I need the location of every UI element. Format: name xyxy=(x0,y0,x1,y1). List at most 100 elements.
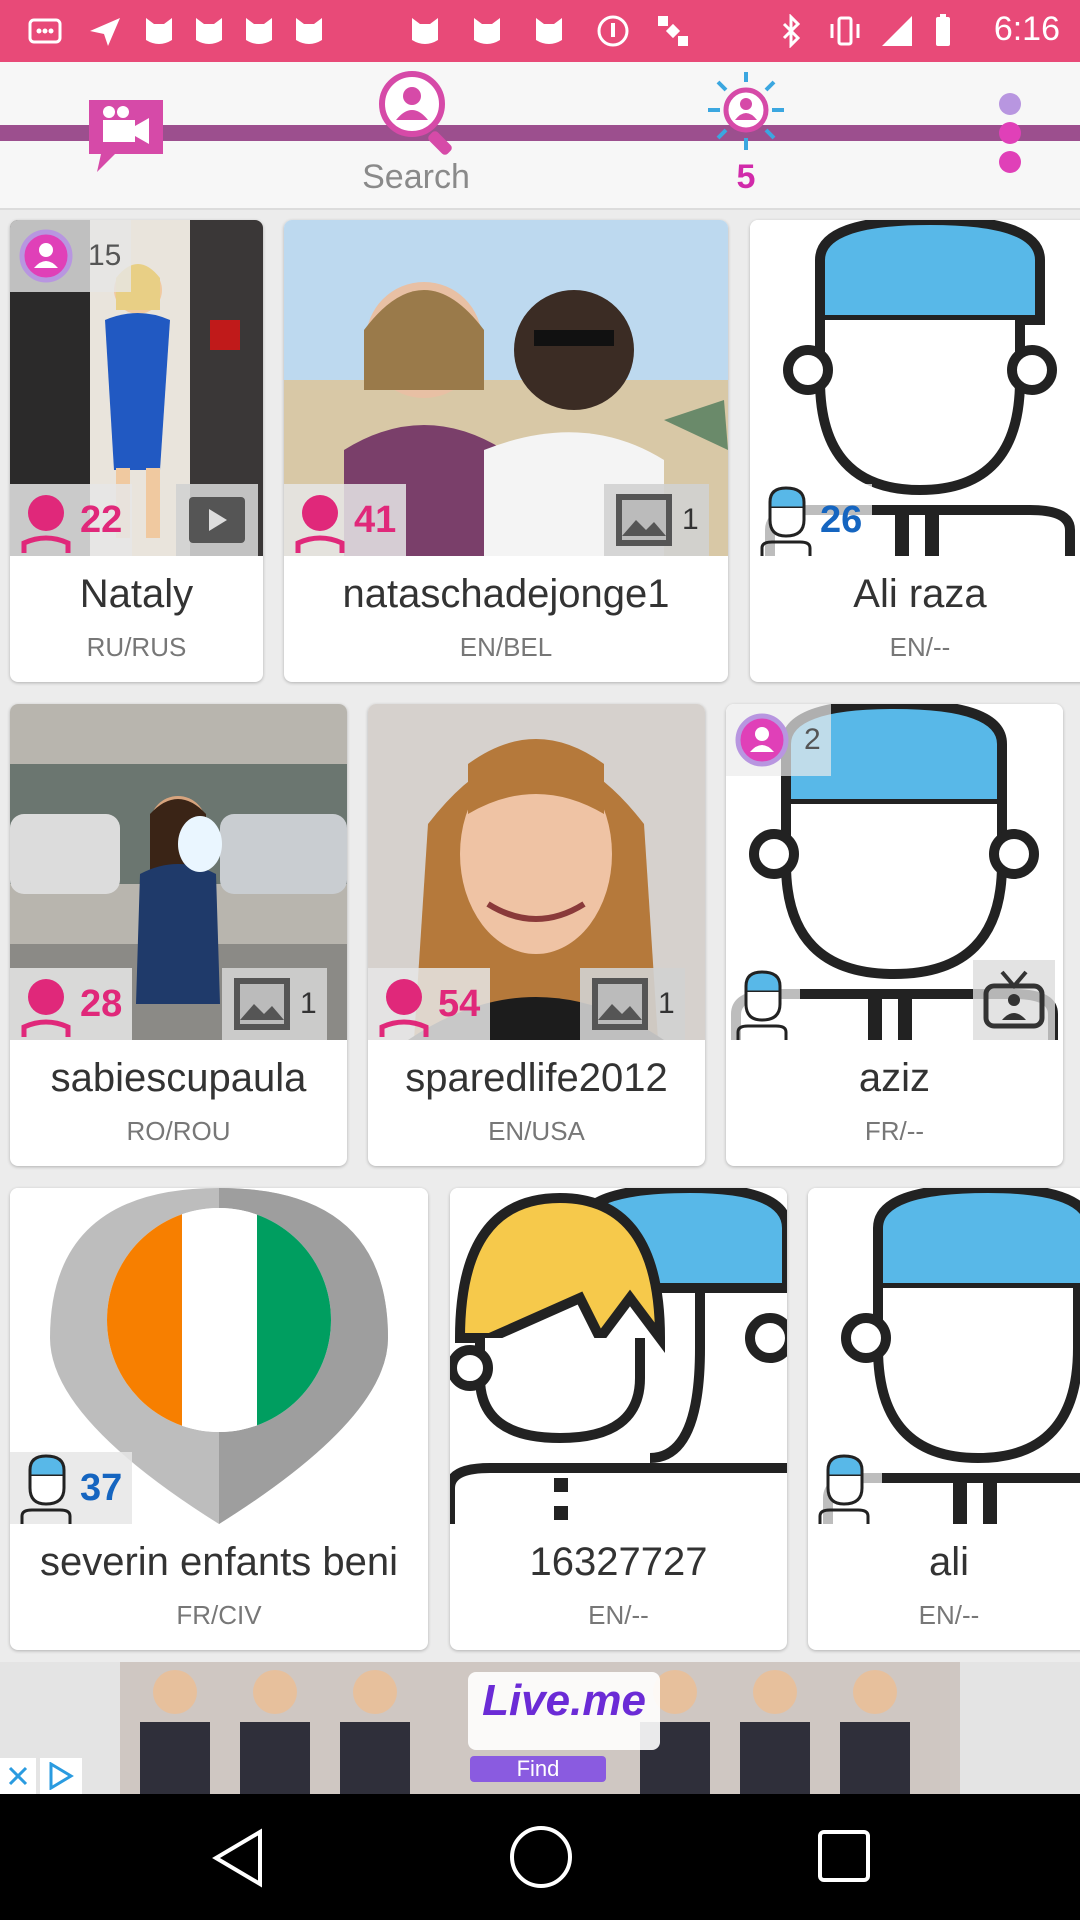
home-icon xyxy=(510,1826,572,1888)
cat-face-icon xyxy=(142,14,176,48)
tv-icon xyxy=(983,970,1045,1029)
live-stream-badge xyxy=(973,960,1055,1040)
profile-card[interactable]: 37 severin enfants beni FR/CIV xyxy=(10,1188,428,1650)
profile-locale: EN/-- xyxy=(889,632,951,662)
age: 54 xyxy=(438,982,481,1025)
profile-photo: 15 22 xyxy=(10,220,263,556)
profile-locale: FR/-- xyxy=(864,1116,925,1146)
profile-locale: RU/RUS xyxy=(86,632,187,662)
video-chat-icon xyxy=(85,94,167,181)
couple-avatar-icon xyxy=(450,1188,787,1524)
gender-badge xyxy=(808,1452,882,1524)
cat-face-icon xyxy=(470,14,504,48)
age-badge: 37 xyxy=(10,1452,133,1524)
photo-count-badge: 1 xyxy=(604,484,709,556)
profile-card[interactable]: 2 aziz FR/-- xyxy=(726,704,1063,1166)
age: 28 xyxy=(80,982,123,1025)
vip-crown-icon xyxy=(19,229,73,283)
photo-count: 1 xyxy=(300,987,317,1020)
profile-name: Nataly xyxy=(79,572,194,616)
vibrate-icon xyxy=(828,14,862,48)
female-icon xyxy=(295,495,345,553)
profile-card[interactable]: 28 1 sabiescupaula RO/ROU xyxy=(10,704,347,1166)
profile-name: ali xyxy=(928,1540,970,1584)
status-bar: 6:16 xyxy=(0,0,1080,62)
male-icon xyxy=(818,1454,870,1524)
ad-banner[interactable]: Live.me Find xyxy=(0,1662,1080,1794)
profile-card[interactable]: 26 Ali raza EN/-- xyxy=(750,220,1080,682)
profile-name: 16327727 xyxy=(529,1540,708,1584)
video-badge xyxy=(176,484,258,556)
cat-face-icon xyxy=(192,14,226,48)
status-time: 6:16 xyxy=(993,10,1060,48)
image-icon xyxy=(592,978,648,1030)
cat-face-icon xyxy=(242,14,276,48)
nearby-count: 5 xyxy=(736,158,756,196)
recents-icon xyxy=(818,1830,870,1882)
info-icon xyxy=(596,14,630,48)
age-badge: 54 xyxy=(368,968,491,1040)
female-icon xyxy=(21,979,71,1037)
vip-badge: 2 xyxy=(726,704,831,776)
profile-locale: FR/CIV xyxy=(176,1600,262,1630)
ad-brand: Live.me xyxy=(482,1676,646,1725)
profile-card[interactable]: 54 1 sparedlife2012 EN/USA xyxy=(368,704,705,1166)
video-icon xyxy=(189,497,245,543)
profile-photo: 54 1 xyxy=(368,704,705,1040)
profile-card[interactable]: ali EN/-- xyxy=(808,1188,1080,1650)
system-navigation-bar xyxy=(0,1794,1080,1920)
vip-crown-icon xyxy=(735,713,789,767)
bluetooth-icon xyxy=(774,13,808,49)
profile-photo: 26 xyxy=(750,220,1080,556)
photo-count-badge: 1 xyxy=(580,968,685,1040)
send-icon xyxy=(88,14,122,48)
photo-count-badge: 1 xyxy=(222,968,327,1040)
nearby-users-icon xyxy=(704,70,788,159)
home-button[interactable] xyxy=(508,1824,574,1895)
profile-photo: 28 1 xyxy=(10,704,347,1040)
profile-card[interactable]: 16327727 EN/-- xyxy=(450,1188,787,1650)
age-badge: 22 xyxy=(10,484,133,556)
profile-photo: 37 xyxy=(10,1188,428,1524)
gender-badge xyxy=(726,968,800,1040)
profile-locale: EN/-- xyxy=(588,1600,649,1630)
male-icon xyxy=(760,486,812,556)
age: 41 xyxy=(354,498,397,541)
cat-face-icon xyxy=(292,14,326,48)
image-icon xyxy=(234,978,290,1030)
profile-photo: 41 1 xyxy=(284,220,728,556)
ad-close-button[interactable] xyxy=(0,1758,36,1794)
cat-face-icon xyxy=(532,14,566,48)
profile-card[interactable]: 15 22 Nataly RU/RUS xyxy=(10,220,263,682)
top-navigation: Search 5 xyxy=(0,62,1080,210)
back-button[interactable] xyxy=(210,1828,266,1893)
search-tab-label: Search xyxy=(362,158,470,196)
search-user-icon xyxy=(374,68,464,163)
age: 37 xyxy=(80,1466,123,1509)
ad-choices-button[interactable] xyxy=(40,1758,82,1794)
vip-count: 2 xyxy=(804,723,821,756)
age-badge: 28 xyxy=(10,968,133,1040)
profile-photo xyxy=(450,1188,787,1524)
ad-find-button[interactable]: Find xyxy=(470,1756,606,1782)
vip-badge: 15 xyxy=(10,220,132,292)
profile-name: sparedlife2012 xyxy=(405,1056,668,1100)
profile-card[interactable]: 41 1 nataschadejonge1 EN/BEL xyxy=(284,220,728,682)
age: 22 xyxy=(80,498,123,541)
photo-count: 1 xyxy=(658,987,675,1020)
recents-button[interactable] xyxy=(816,1828,872,1889)
profile-photo xyxy=(808,1188,1080,1524)
more-dots-icon xyxy=(996,92,1024,179)
profile-locale: RO/ROU xyxy=(126,1116,231,1146)
profile-name: nataschadejonge1 xyxy=(342,572,670,616)
female-icon xyxy=(21,495,71,553)
profile-name: sabiescupaula xyxy=(50,1056,307,1100)
profile-locale: EN/USA xyxy=(488,1116,585,1146)
close-icon xyxy=(8,1766,28,1786)
profile-locale: EN/BEL xyxy=(459,632,553,662)
ad-choices-icon xyxy=(49,1762,74,1790)
profile-photo: 2 xyxy=(726,704,1063,1040)
age-badge: 26 xyxy=(750,484,873,556)
profile-name: severin enfants beni xyxy=(39,1540,398,1584)
back-icon xyxy=(212,1828,262,1888)
